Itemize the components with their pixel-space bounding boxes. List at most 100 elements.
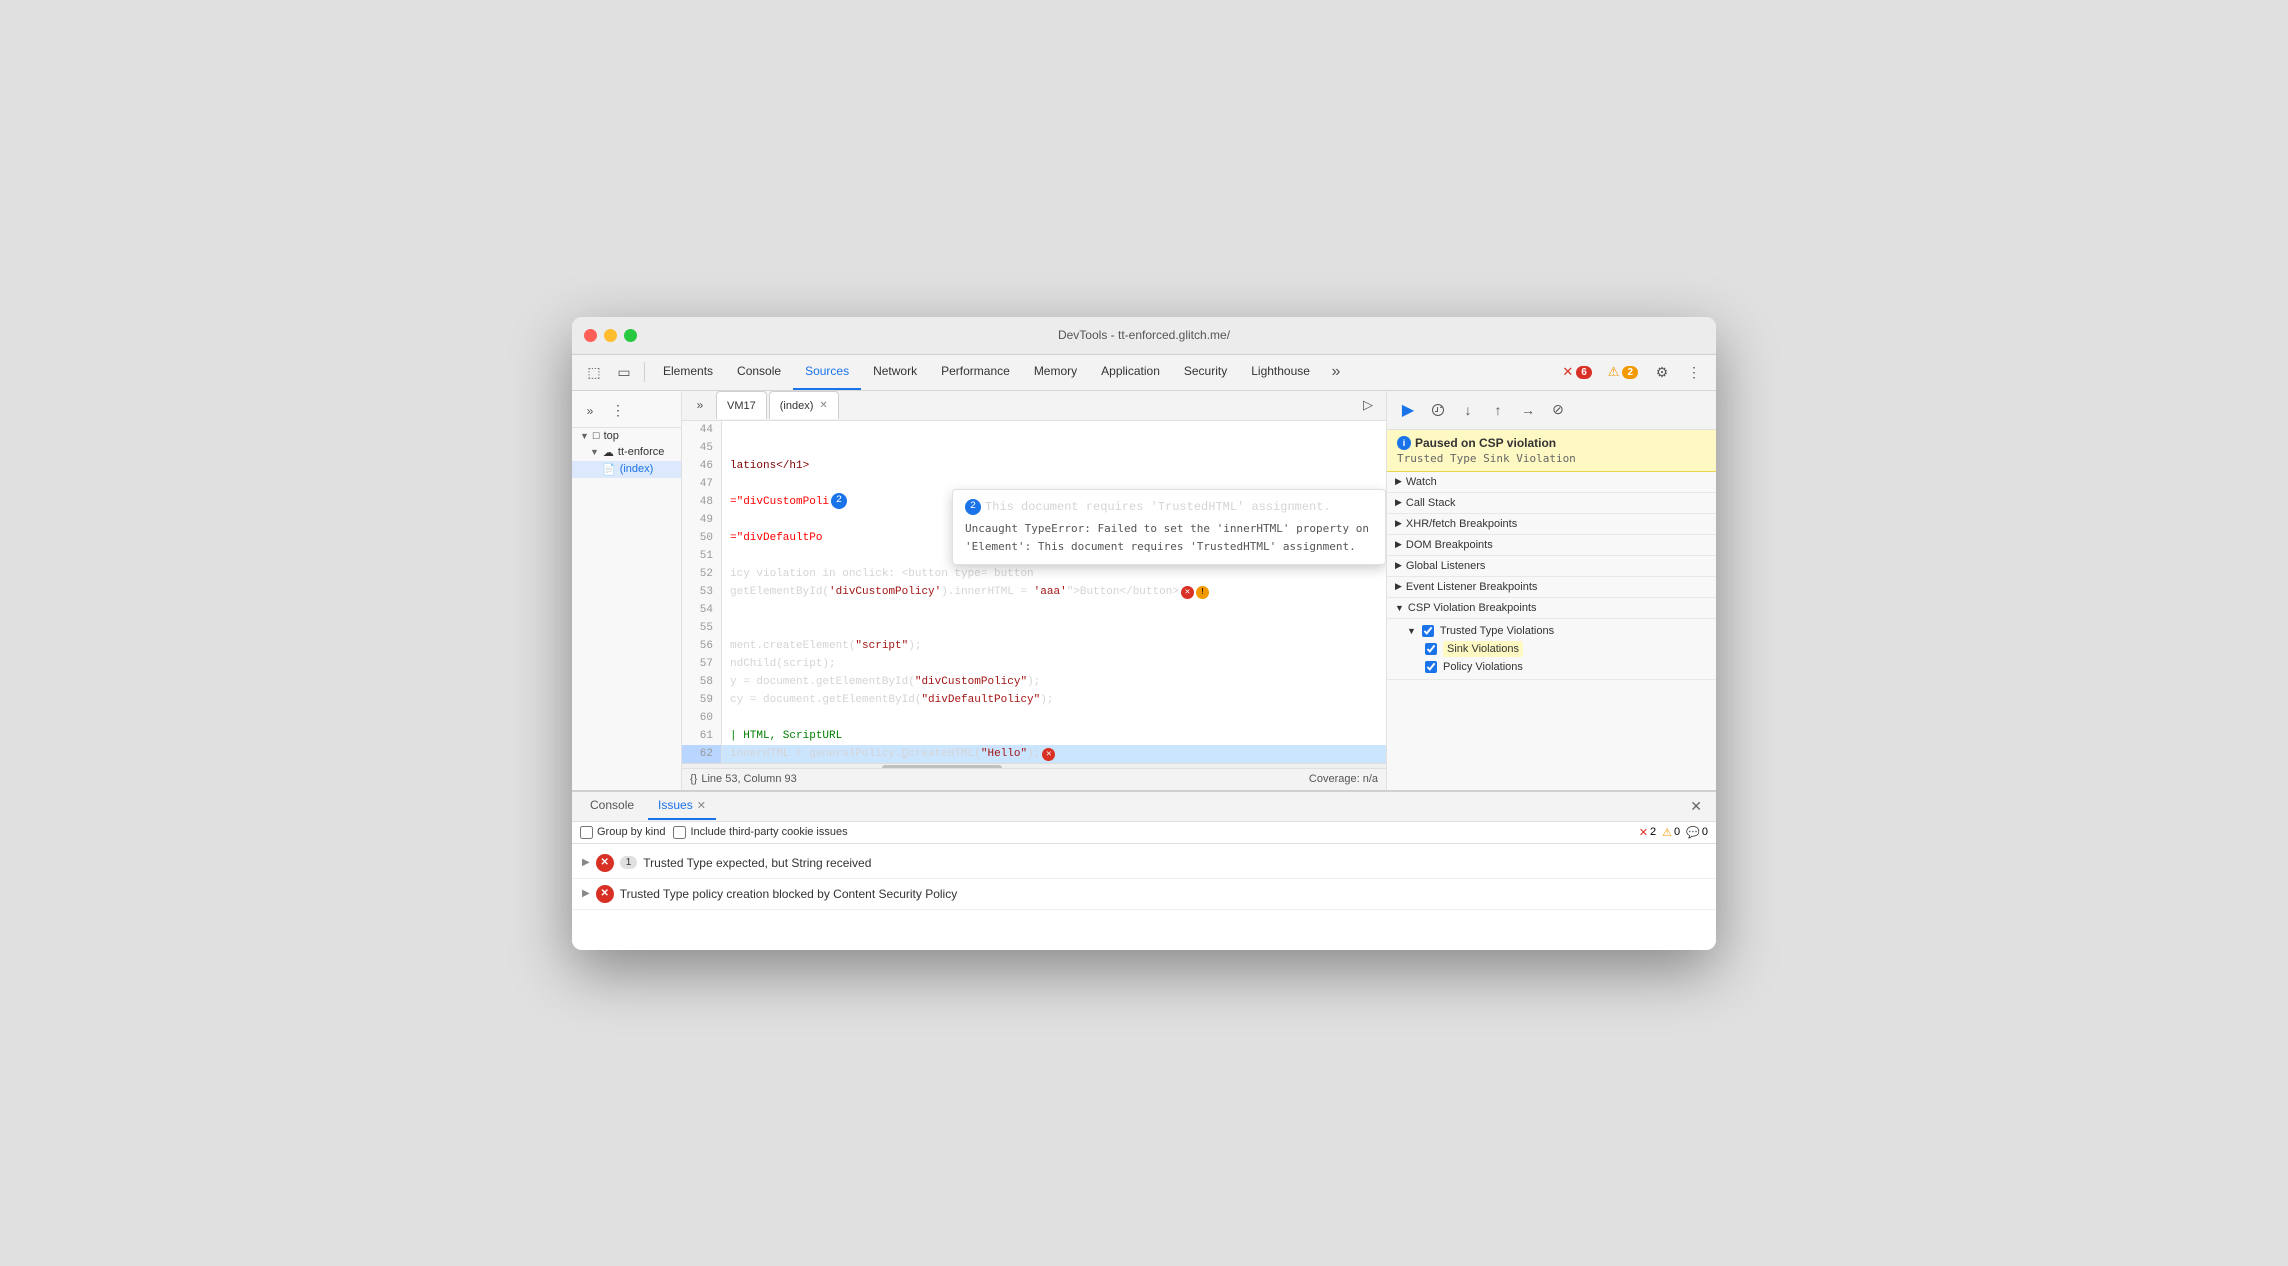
bottom-controls: Group by kind Include third-party cookie…: [572, 822, 1716, 844]
tab-console-bottom[interactable]: Console: [580, 792, 644, 820]
third-party-checkbox[interactable]: [673, 826, 686, 839]
tab-elements[interactable]: Elements: [651, 355, 725, 390]
section-watch[interactable]: ▶ Watch: [1387, 472, 1716, 493]
dom-arrow: ▶: [1395, 539, 1402, 550]
tab-memory[interactable]: Memory: [1022, 355, 1089, 390]
debugger-toolbar: ▶ ↓ ↑ → ⊘: [1387, 391, 1716, 430]
close-button[interactable]: [584, 329, 597, 342]
csp-arrow: ▼: [1395, 603, 1404, 613]
tab-sources[interactable]: Sources: [793, 355, 861, 390]
scrollbar-thumb[interactable]: [882, 765, 1002, 768]
close-issues-tab[interactable]: ✕: [697, 799, 706, 812]
csp-body: ▼ Trusted Type Violations Sink Violation…: [1387, 619, 1716, 680]
deactivate-button[interactable]: ⊘: [1545, 397, 1571, 423]
step-button[interactable]: →: [1515, 397, 1541, 423]
tooltip-line2-text: Uncaught TypeError: Failed to set the 'i…: [965, 520, 1373, 556]
file-tabs-more[interactable]: »: [686, 391, 714, 419]
close-tab-index[interactable]: ✕: [819, 400, 827, 411]
sink-violations-checkbox[interactable]: [1425, 643, 1437, 655]
step-into-button[interactable]: ↓: [1455, 397, 1481, 423]
tooltip-line1-text: This document requires 'TrustedHTML' ass…: [985, 498, 1331, 516]
tree-item-top[interactable]: ▼ □ top: [572, 428, 681, 444]
error-count-icon: ✕: [1639, 826, 1648, 839]
paused-info-icon: i: [1397, 436, 1411, 450]
more-tabs-icon[interactable]: »: [1322, 358, 1350, 386]
folder-icon: □: [593, 430, 600, 442]
tab-network[interactable]: Network: [861, 355, 929, 390]
csp-label: CSP Violation Breakpoints: [1408, 602, 1537, 614]
tree-label-top: top: [604, 430, 619, 442]
tree-item-index[interactable]: 📄 (index): [572, 461, 681, 478]
main-toolbar: ⬚ ▭ Elements Console Sources Network Per…: [572, 355, 1716, 391]
section-csp[interactable]: ▼ CSP Violation Breakpoints: [1387, 598, 1716, 619]
issue-item-1[interactable]: ▶ ✕ Trusted Type policy creation blocked…: [572, 879, 1716, 910]
trusted-type-arrow[interactable]: ▼: [1407, 626, 1416, 636]
warning-count-button[interactable]: ⚠ 2: [1602, 362, 1644, 382]
devtools-window: DevTools - tt-enforced.glitch.me/ ⬚ ▭ El…: [572, 317, 1716, 950]
section-xhr[interactable]: ▶ XHR/fetch Breakpoints: [1387, 514, 1716, 535]
step-out-button[interactable]: ↑: [1485, 397, 1511, 423]
error-count-display: ✕ 2: [1639, 826, 1656, 839]
issue-item-0[interactable]: ▶ ✕ 1 Trusted Type expected, but String …: [572, 848, 1716, 879]
group-by-kind-label[interactable]: Group by kind: [580, 826, 665, 839]
xhr-arrow: ▶: [1395, 518, 1402, 529]
file-tab-index-label: (index): [780, 400, 814, 412]
code-editor[interactable]: 44 45 46 lations</h1> 47: [682, 421, 1386, 768]
minimize-button[interactable]: [604, 329, 617, 342]
resume-button[interactable]: ▶: [1395, 397, 1421, 423]
file-tabs: » VM17 (index) ✕ ▷: [682, 391, 1386, 421]
inspect-icon[interactable]: ⬚: [580, 358, 608, 386]
policy-violations-row: Policy Violations: [1425, 659, 1708, 675]
trusted-type-checkbox[interactable]: [1422, 625, 1434, 637]
tree-more-icon[interactable]: »: [576, 397, 604, 425]
paused-subtitle-text: Trusted Type Sink Violation: [1397, 452, 1706, 465]
tree-arrow-tt: ▼: [590, 447, 599, 457]
section-global[interactable]: ▶ Global Listeners: [1387, 556, 1716, 577]
tab-console[interactable]: Console: [725, 355, 793, 390]
separator: [644, 362, 645, 382]
more-options-icon[interactable]: ⋮: [1680, 358, 1708, 386]
error-count-button[interactable]: ✕ 6: [1556, 362, 1597, 382]
section-dom[interactable]: ▶ DOM Breakpoints: [1387, 535, 1716, 556]
group-by-kind-text: Group by kind: [597, 826, 665, 838]
device-icon[interactable]: ▭: [610, 358, 638, 386]
file-tab-index[interactable]: (index) ✕: [769, 391, 839, 419]
tree-menu-icon[interactable]: ⋮: [604, 397, 632, 425]
issue-count-0: 1: [620, 856, 638, 869]
warning-count-icon: ⚠: [1662, 826, 1672, 839]
step-over-button[interactable]: [1425, 397, 1451, 423]
bottom-panel: Console Issues ✕ ✕ Group by kind Include…: [572, 790, 1716, 950]
file-tab-vm17[interactable]: VM17: [716, 391, 767, 419]
code-line-56: 56 ment.createElement("script");: [682, 637, 1386, 655]
trusted-type-children: Sink Violations Policy Violations: [1407, 639, 1708, 675]
code-line-61: 61 | HTML, ScriptURL: [682, 727, 1386, 745]
event-listener-arrow: ▶: [1395, 581, 1402, 592]
issues-list: ▶ ✕ 1 Trusted Type expected, but String …: [572, 844, 1716, 950]
issues-tab-label: Issues: [658, 798, 693, 812]
section-event-listener[interactable]: ▶ Event Listener Breakpoints: [1387, 577, 1716, 598]
policy-violations-checkbox[interactable]: [1425, 661, 1437, 673]
third-party-label[interactable]: Include third-party cookie issues: [673, 826, 847, 839]
settings-icon[interactable]: ⚙: [1648, 358, 1676, 386]
maximize-button[interactable]: [624, 329, 637, 342]
section-callstack[interactable]: ▶ Call Stack: [1387, 493, 1716, 514]
tree-item-tt-enforce[interactable]: ▼ ☁ tt-enforce: [572, 444, 681, 461]
watch-arrow: ▶: [1395, 476, 1402, 487]
file-tree: » ⋮ ▼ □ top ▼ ☁ tt-enforce 📄 (index): [572, 391, 682, 790]
error-count-val: 2: [1650, 826, 1656, 838]
group-by-kind-checkbox[interactable]: [580, 826, 593, 839]
tab-issues-bottom[interactable]: Issues ✕: [648, 792, 716, 820]
run-snippet-icon[interactable]: ▷: [1354, 391, 1382, 419]
tab-application[interactable]: Application: [1089, 355, 1172, 390]
tab-performance[interactable]: Performance: [929, 355, 1022, 390]
coverage-status: Coverage: n/a: [1309, 773, 1378, 785]
tab-lighthouse[interactable]: Lighthouse: [1239, 355, 1322, 390]
code-line-44: 44: [682, 421, 1386, 439]
tab-security[interactable]: Security: [1172, 355, 1239, 390]
format-icon[interactable]: {}: [690, 773, 697, 785]
horizontal-scrollbar[interactable]: [682, 763, 1386, 768]
tree-label-index: (index): [620, 463, 654, 475]
status-bar: {} Line 53, Column 93 Coverage: n/a: [682, 768, 1386, 790]
info-count-icon: 💬: [1686, 826, 1700, 839]
close-bottom-panel[interactable]: ✕: [1684, 796, 1708, 817]
